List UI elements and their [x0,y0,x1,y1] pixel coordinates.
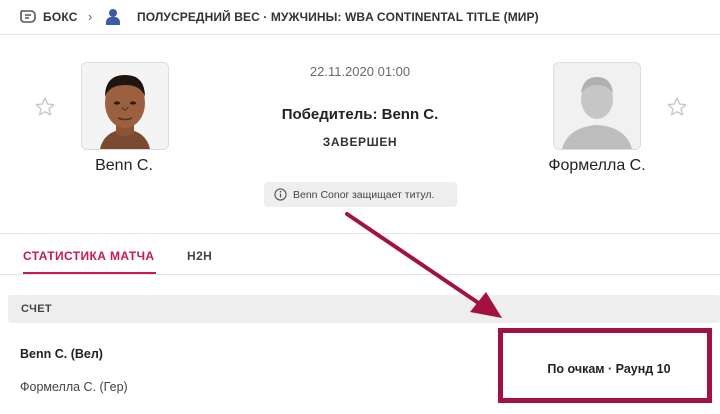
person-icon [106,9,120,25]
result-highlight-box: По очкам · Раунд 10 [498,328,712,403]
breadcrumb: БОКС › ПОЛУСРЕДНИЙ ВЕС · МУЖЧИНЫ: WBA CO… [0,0,720,34]
info-note: Benn Conor защищает титул. [264,182,457,207]
score-header-label: СЧЕТ [21,303,53,315]
info-icon [274,188,287,201]
fight-result: По очкам · Раунд 10 [547,362,671,376]
divider [0,34,720,35]
placeholder-avatar-icon [554,63,640,149]
score-row-home-name: Benn C. (Вел) [20,347,103,361]
tab-h2h[interactable]: H2H [187,249,212,263]
star-icon[interactable] [666,96,688,118]
away-fighter-photo[interactable] [553,62,641,150]
away-fighter-name[interactable]: Формелла С. [532,157,662,175]
home-fighter-name[interactable]: Benn C. [64,157,184,175]
info-note-text: Benn Conor защищает титул. [293,188,435,201]
divider [0,233,720,234]
score-section-header: СЧЕТ [8,295,720,323]
breadcrumb-chevron: › [88,9,93,24]
score-row-away-name: Формелла С. (Гер) [20,380,128,394]
breadcrumb-sport-link[interactable]: БОКС [43,10,78,24]
breadcrumb-tournament-link[interactable]: ПОЛУСРЕДНИЙ ВЕС · МУЖЧИНЫ: WBA CONTINENT… [137,10,539,24]
boxing-glove-icon [20,10,36,23]
divider [0,274,720,275]
tab-match-statistics[interactable]: СТАТИСТИКА МАТЧА [23,249,155,263]
